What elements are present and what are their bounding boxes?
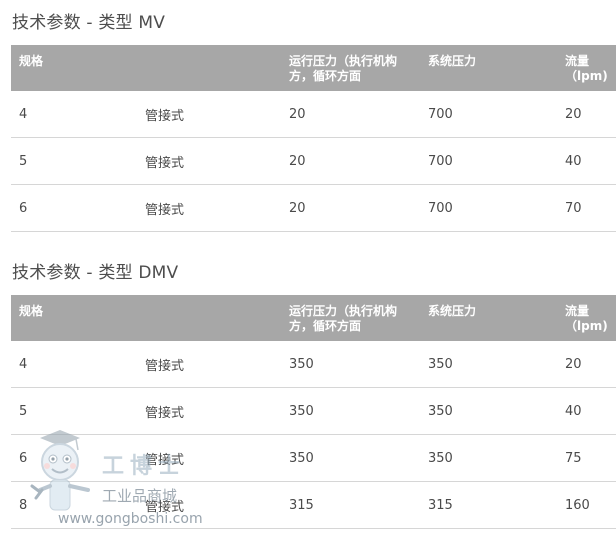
cell-operating-pressure: 20 xyxy=(281,184,420,232)
cell-system-pressure: 315 xyxy=(420,481,557,529)
cell-system-pressure: 700 xyxy=(420,91,557,138)
spec-table-mv: 规格 运行压力（执行机构方，循环方面 系统压力 流量（lpm) 4 管接式 20… xyxy=(11,45,616,232)
cell-type: 管接式 xyxy=(145,387,281,435)
cell-system-pressure: 350 xyxy=(420,387,557,435)
header-system-pressure: 系统压力 xyxy=(428,304,477,318)
cell-operating-pressure: 20 xyxy=(281,91,420,138)
cell-spec: 8 xyxy=(11,481,145,529)
cell-operating-pressure: 350 xyxy=(281,434,420,482)
cell-type: 管接式 xyxy=(145,341,281,388)
cell-operating-pressure: 350 xyxy=(281,387,420,435)
cell-type: 管接式 xyxy=(145,434,281,482)
cell-flow: 70 xyxy=(557,184,616,232)
header-operating-pressure: 运行压力（执行机构方，循环方面 xyxy=(289,304,398,333)
cell-spec: 6 xyxy=(11,184,145,232)
cell-type: 管接式 xyxy=(145,137,281,185)
cell-spec: 4 xyxy=(11,91,145,138)
header-spec: 规格 xyxy=(19,304,44,318)
table-row: 4 管接式 350 350 20 xyxy=(11,341,616,388)
header-type xyxy=(145,45,281,91)
section-title-mv: 技术参数 - 类型 MV xyxy=(12,13,166,33)
cell-spec: 5 xyxy=(11,137,145,185)
cell-spec: 5 xyxy=(11,387,145,435)
table-header-row: 规格 运行压力（执行机构方，循环方面 系统压力 流量（lpm) xyxy=(11,295,616,341)
table-row: 4 管接式 20 700 20 xyxy=(11,91,616,138)
header-flow: 流量（lpm) xyxy=(565,304,608,333)
cell-flow: 20 xyxy=(557,91,616,138)
section-title-dmv: 技术参数 - 类型 DMV xyxy=(12,263,179,283)
table-row: 6 管接式 20 700 70 xyxy=(11,184,616,232)
table-row: 5 管接式 350 350 40 xyxy=(11,387,616,435)
cell-system-pressure: 700 xyxy=(420,184,557,232)
cell-type: 管接式 xyxy=(145,91,281,138)
cell-system-pressure: 350 xyxy=(420,434,557,482)
table-row: 8 管接式 315 315 160 xyxy=(11,481,616,529)
cell-type: 管接式 xyxy=(145,481,281,529)
cell-spec: 6 xyxy=(11,434,145,482)
cell-flow: 160 xyxy=(557,481,616,529)
cell-spec: 4 xyxy=(11,341,145,388)
cell-flow: 20 xyxy=(557,341,616,388)
header-system-pressure: 系统压力 xyxy=(428,54,477,68)
cell-type: 管接式 xyxy=(145,184,281,232)
header-operating-pressure: 运行压力（执行机构方，循环方面 xyxy=(289,54,398,83)
cell-flow: 75 xyxy=(557,434,616,482)
table-header-row: 规格 运行压力（执行机构方，循环方面 系统压力 流量（lpm) xyxy=(11,45,616,91)
table-row: 6 管接式 350 350 75 xyxy=(11,434,616,482)
header-spec: 规格 xyxy=(19,54,44,68)
table-row: 5 管接式 20 700 40 xyxy=(11,137,616,185)
cell-system-pressure: 700 xyxy=(420,137,557,185)
cell-flow: 40 xyxy=(557,387,616,435)
cell-operating-pressure: 315 xyxy=(281,481,420,529)
header-type xyxy=(145,295,281,341)
cell-flow: 40 xyxy=(557,137,616,185)
header-flow: 流量（lpm) xyxy=(565,54,608,83)
spec-table-dmv: 规格 运行压力（执行机构方，循环方面 系统压力 流量（lpm) 4 管接式 35… xyxy=(11,295,616,529)
cell-operating-pressure: 20 xyxy=(281,137,420,185)
cell-system-pressure: 350 xyxy=(420,341,557,388)
cell-operating-pressure: 350 xyxy=(281,341,420,388)
